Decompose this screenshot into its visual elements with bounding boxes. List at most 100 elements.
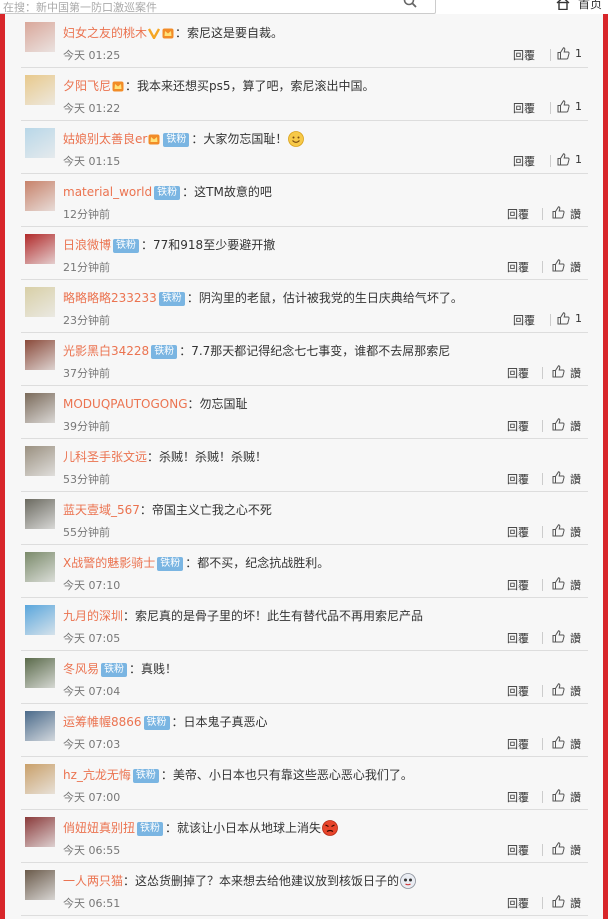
like-label[interactable]: 讚 (570, 789, 581, 805)
like-label[interactable]: 讚 (570, 524, 581, 540)
comment-time: 23分钟前 (63, 314, 110, 327)
fan-badge[interactable]: 铁粉 (151, 345, 178, 359)
username-link[interactable]: 儿科圣手张文远 (63, 450, 147, 464)
fan-badge[interactable]: 铁粉 (101, 663, 128, 677)
like-label[interactable]: 讚 (570, 471, 581, 487)
like-icon[interactable] (551, 576, 565, 590)
action-separator (550, 155, 551, 167)
avatar[interactable] (25, 128, 55, 158)
like-label[interactable]: 讚 (570, 630, 581, 646)
fan-badge[interactable]: 铁粉 (163, 133, 190, 147)
like-icon[interactable] (551, 364, 565, 378)
username-link[interactable]: X战警的魅影骑士 (63, 556, 155, 570)
like-icon[interactable] (551, 523, 565, 537)
reply-button[interactable]: 回覆 (507, 471, 529, 487)
reply-button[interactable]: 回覆 (507, 577, 529, 593)
like-icon[interactable] (551, 788, 565, 802)
like-icon[interactable] (551, 417, 565, 431)
username-link[interactable]: 俏妞妞真别扭 (63, 821, 135, 835)
like-label[interactable]: 讚 (570, 736, 581, 752)
like-icon[interactable] (551, 470, 565, 484)
like-label[interactable]: 讚 (570, 365, 581, 381)
home-icon[interactable] (556, 0, 570, 10)
username-link[interactable]: 光影黑白34228 (63, 344, 149, 358)
avatar[interactable] (25, 75, 55, 105)
like-icon[interactable] (551, 735, 565, 749)
reply-button[interactable]: 回覆 (507, 789, 529, 805)
reply-button[interactable]: 回覆 (513, 153, 535, 169)
username-link[interactable]: 九月的深圳 (63, 609, 123, 623)
fan-badge[interactable]: 铁粉 (137, 822, 164, 836)
username-link[interactable]: 一人两只猫 (63, 874, 123, 888)
username-link[interactable]: 冬风易 (63, 662, 99, 676)
avatar[interactable] (25, 499, 55, 529)
avatar[interactable] (25, 22, 55, 52)
avatar[interactable] (25, 870, 55, 900)
like-icon[interactable] (551, 629, 565, 643)
reply-button[interactable]: 回覆 (507, 418, 529, 434)
avatar[interactable] (25, 817, 55, 847)
username-link[interactable]: 蓝天壹域_567 (63, 503, 140, 517)
home-link[interactable]: 首页 (578, 0, 602, 12)
avatar[interactable] (25, 711, 55, 741)
username-link[interactable]: 日浪微博 (63, 238, 111, 252)
avatar[interactable] (25, 340, 55, 370)
fan-badge[interactable]: 铁粉 (154, 186, 181, 200)
reply-button[interactable]: 回覆 (513, 100, 535, 116)
fan-badge[interactable]: 铁粉 (157, 557, 184, 571)
username-link[interactable]: MODUQPAUTOGONG (63, 397, 188, 411)
avatar[interactable] (25, 287, 55, 317)
like-icon[interactable] (551, 205, 565, 219)
avatar[interactable] (25, 552, 55, 582)
reply-button[interactable]: 回覆 (513, 312, 535, 328)
username-link[interactable]: 夕阳飞尼 (63, 79, 111, 93)
reply-button[interactable]: 回覆 (507, 206, 529, 222)
avatar[interactable] (25, 605, 55, 635)
reply-button[interactable]: 回覆 (507, 259, 529, 275)
right-accent-bar (603, 14, 608, 919)
like-label[interactable]: 讚 (570, 259, 581, 275)
comment-time: 今天 01:15 (63, 155, 121, 168)
username-link[interactable]: hz_亢龙无悔 (63, 768, 131, 782)
avatar[interactable] (25, 181, 55, 211)
avatar[interactable] (25, 393, 55, 423)
avatar[interactable] (25, 234, 55, 264)
like-icon[interactable] (556, 99, 570, 113)
fan-badge[interactable]: 铁粉 (158, 292, 185, 306)
username-link[interactable]: 姑娘别太善良er (63, 132, 147, 146)
username-link[interactable]: 运筹帷幄8866 (63, 715, 142, 729)
like-label[interactable]: 讚 (570, 418, 581, 434)
like-label[interactable]: 讚 (570, 683, 581, 699)
username-link[interactable]: 妇女之友的桃木 (63, 26, 147, 40)
reply-button[interactable]: 回覆 (507, 365, 529, 381)
avatar[interactable] (25, 446, 55, 476)
avatar[interactable] (25, 764, 55, 794)
like-label[interactable]: 讚 (570, 895, 581, 911)
reply-button[interactable]: 回覆 (507, 842, 529, 858)
reply-button[interactable]: 回覆 (507, 736, 529, 752)
reply-button[interactable]: 回覆 (507, 683, 529, 699)
like-icon[interactable] (556, 152, 570, 166)
username-link[interactable]: 略略略略233233 (63, 291, 157, 305)
comment-time: 55分钟前 (63, 526, 110, 539)
like-icon[interactable] (551, 841, 565, 855)
fan-badge[interactable]: 铁粉 (143, 716, 170, 730)
search-input[interactable]: 在搜：新中国第一防口激巡案件 (0, 0, 436, 14)
like-icon[interactable] (551, 258, 565, 272)
like-label[interactable]: 讚 (570, 842, 581, 858)
username-link[interactable]: material_world (63, 185, 152, 199)
like-label[interactable]: 讚 (570, 577, 581, 593)
fan-badge[interactable]: 铁粉 (113, 239, 140, 253)
like-label[interactable]: 讚 (570, 206, 581, 222)
reply-button[interactable]: 回覆 (507, 524, 529, 540)
search-icon[interactable] (403, 0, 417, 8)
reply-button[interactable]: 回覆 (507, 630, 529, 646)
like-icon[interactable] (556, 46, 570, 60)
reply-button[interactable]: 回覆 (513, 47, 535, 63)
fan-badge[interactable]: 铁粉 (132, 769, 159, 783)
avatar[interactable] (25, 658, 55, 688)
like-icon[interactable] (551, 894, 565, 908)
reply-button[interactable]: 回覆 (507, 895, 529, 911)
like-icon[interactable] (556, 311, 570, 325)
like-icon[interactable] (551, 682, 565, 696)
